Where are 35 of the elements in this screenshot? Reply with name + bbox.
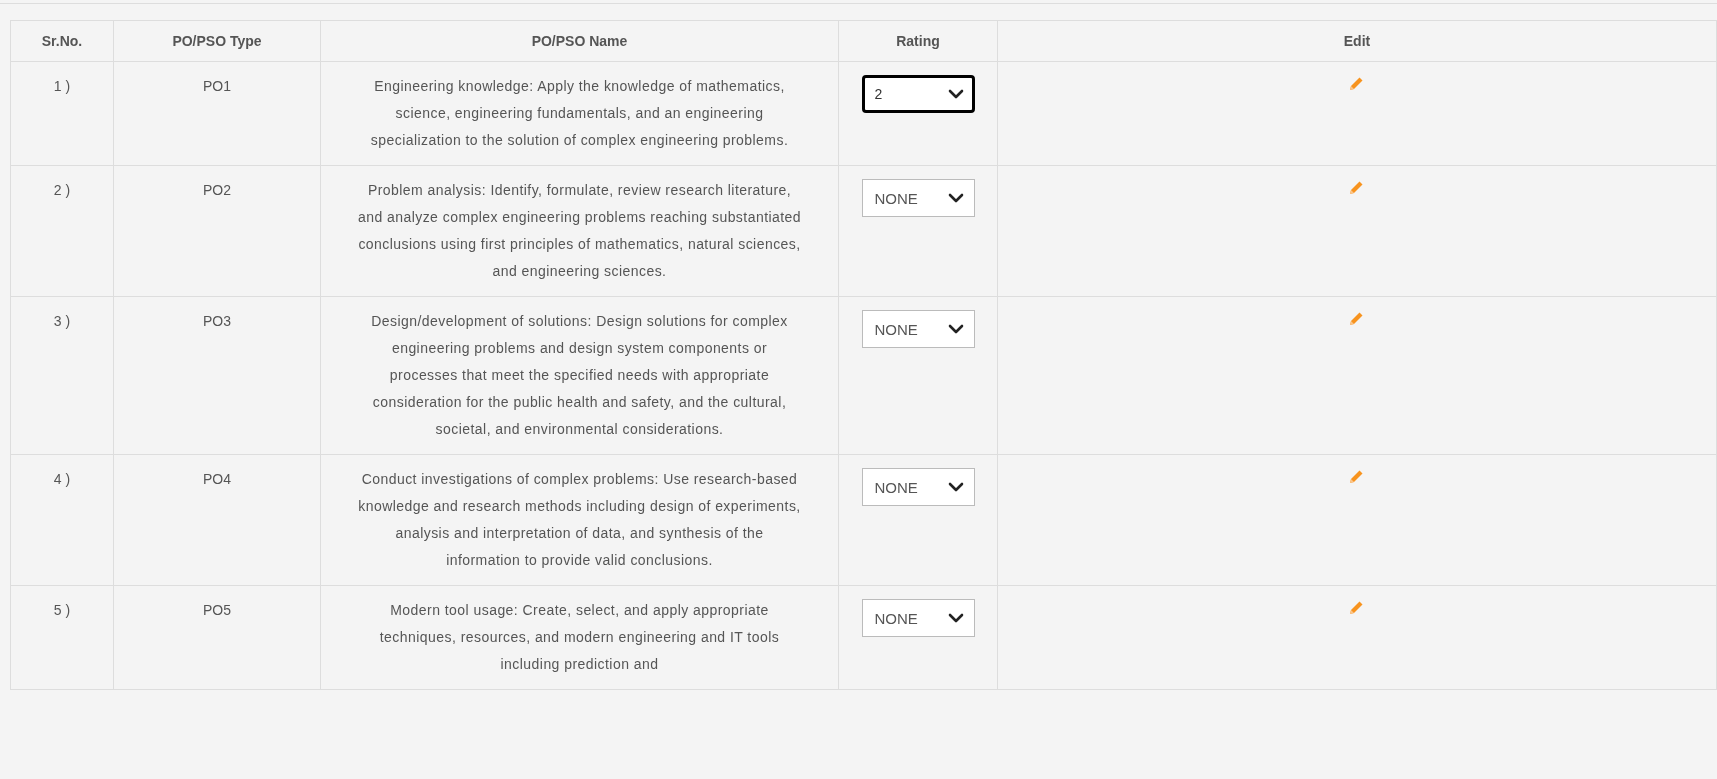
- edit-icon[interactable]: [1347, 75, 1365, 93]
- serial-number: 4 ): [53, 471, 71, 487]
- rating-dropdown[interactable]: NONE: [861, 310, 975, 348]
- column-header: PO/PSO Type: [172, 32, 262, 49]
- chevron-down-icon: [947, 482, 964, 492]
- outcome-code: PO3: [203, 313, 231, 329]
- edit-icon[interactable]: [1347, 179, 1365, 197]
- outcome-description: Modern tool usage: Create, select, and apply appropriate techniques, resources, and modern engineering and IT tools including prediction and: [379, 602, 780, 672]
- chevron-down-icon: [947, 193, 964, 203]
- chevron-down-icon: [947, 613, 964, 623]
- edit-icon[interactable]: [1347, 599, 1365, 617]
- outcome-description: Problem analysis: Identify, formulate, review research literature, and analyze complex engineering problems reaching substantiated conclusions using first principles of mathematics, natural sciences, and engineering sciences.: [357, 182, 802, 279]
- rating-dropdown[interactable]: 2: [861, 75, 975, 113]
- serial-number: 5 ): [53, 602, 71, 618]
- outcome-code: PO1: [203, 78, 231, 94]
- column-header: Rating: [896, 32, 940, 49]
- outcome-description: Engineering knowledge: Apply the knowledge of mathematics, science, engineering fundamentals, and an engineering specialization to the solution of complex engineering problems.: [370, 78, 789, 148]
- serial-number: 3 ): [53, 313, 71, 329]
- chevron-down-icon: [947, 324, 964, 334]
- column-header: Sr.No.: [41, 32, 83, 49]
- column-header: PO/PSO Name: [531, 32, 628, 49]
- rating-dropdown[interactable]: NONE: [861, 599, 975, 637]
- outcome-code: PO5: [203, 602, 231, 618]
- outcome-code: PO4: [203, 471, 231, 487]
- outcome-description: Conduct investigations of complex problems: Use research-based knowledge and research methods including design of experiments, analysis and interpretation of data, and synthesis of the information to provide valid conclusions.: [358, 471, 801, 568]
- rating-dropdown[interactable]: NONE: [861, 179, 975, 217]
- serial-number: 1 ): [53, 78, 71, 94]
- chevron-down-icon: [947, 89, 964, 99]
- outcome-code: PO2: [203, 182, 231, 198]
- edit-icon[interactable]: [1347, 468, 1365, 486]
- edit-icon[interactable]: [1347, 310, 1365, 328]
- rating-dropdown[interactable]: NONE: [861, 468, 975, 506]
- column-header: Edit: [1343, 32, 1371, 49]
- serial-number: 2 ): [53, 182, 71, 198]
- outcome-description: Design/development of solutions: Design solutions for complex engineering problems and design system components or processes that meet the specified needs with appropriate consideration for the public health and safety, and the cultural, societal, and environmental considerations.: [371, 313, 788, 437]
